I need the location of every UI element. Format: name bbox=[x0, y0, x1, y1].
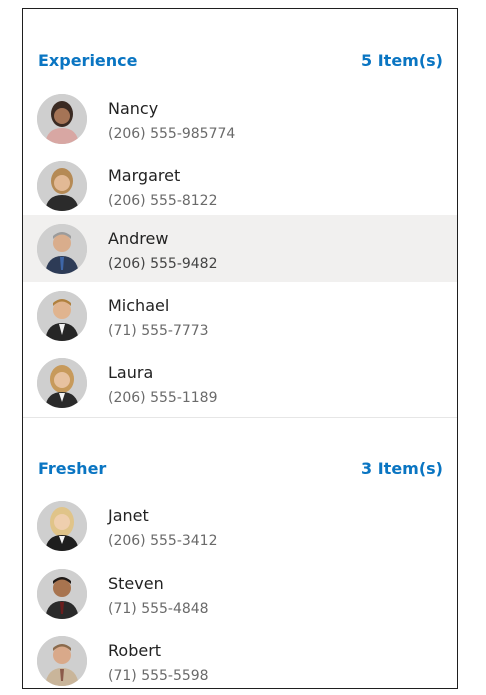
contact-name: Andrew bbox=[108, 229, 169, 248]
contact-name: Michael bbox=[108, 296, 170, 315]
contact-phone: (206) 555-985774 bbox=[108, 126, 236, 142]
contact-name: Nancy bbox=[108, 99, 159, 118]
female-avatar-icon bbox=[37, 501, 87, 551]
male-avatar-icon bbox=[37, 291, 87, 341]
contact-phone: (206) 555-1189 bbox=[108, 390, 218, 406]
female-avatar-icon bbox=[37, 94, 87, 144]
contact-phone: (71) 555-5598 bbox=[108, 668, 209, 684]
male-avatar-icon bbox=[37, 636, 87, 686]
female-avatar-icon bbox=[37, 161, 87, 211]
contact-phone: (71) 555-7773 bbox=[108, 323, 209, 339]
contact-phone: (206) 555-3412 bbox=[108, 533, 218, 549]
contact-phone: (206) 555-9482 bbox=[108, 256, 218, 272]
group-title: Fresher bbox=[38, 459, 107, 478]
group-item-count: 5 Item(s) bbox=[361, 51, 443, 70]
contact-name: Steven bbox=[108, 574, 164, 593]
female-avatar-icon bbox=[37, 358, 87, 408]
list-item[interactable]: Michael (71) 555-7773 bbox=[23, 282, 457, 349]
contact-name: Margaret bbox=[108, 166, 181, 185]
contact-phone: (206) 555-8122 bbox=[108, 193, 218, 209]
list-item-selected[interactable]: Andrew (206) 555-9482 bbox=[23, 215, 457, 282]
contact-list: Experience 5 Item(s) Nancy (206) 555-985… bbox=[22, 8, 458, 689]
list-item[interactable]: Margaret (206) 555-8122 bbox=[23, 152, 457, 219]
group-header-experience: Experience 5 Item(s) bbox=[23, 41, 457, 81]
group-header-fresher: Fresher 3 Item(s) bbox=[23, 449, 457, 489]
list-item[interactable]: Nancy (206) 555-985774 bbox=[23, 85, 457, 152]
male-avatar-icon bbox=[37, 224, 87, 274]
contact-name: Janet bbox=[108, 506, 149, 525]
group-item-count: 3 Item(s) bbox=[361, 459, 443, 478]
group-title: Experience bbox=[38, 51, 138, 70]
contact-name: Robert bbox=[108, 641, 162, 660]
contact-name: Laura bbox=[108, 363, 154, 382]
contact-phone: (71) 555-4848 bbox=[108, 601, 209, 617]
list-item[interactable]: Laura (206) 555-1189 bbox=[23, 349, 457, 416]
list-item[interactable]: Janet (206) 555-3412 bbox=[23, 492, 457, 559]
list-item[interactable]: Steven (71) 555-4848 bbox=[23, 560, 457, 627]
male-avatar-icon bbox=[37, 569, 87, 619]
list-item[interactable]: Robert (71) 555-5598 bbox=[23, 627, 457, 688]
group-divider bbox=[23, 417, 457, 418]
